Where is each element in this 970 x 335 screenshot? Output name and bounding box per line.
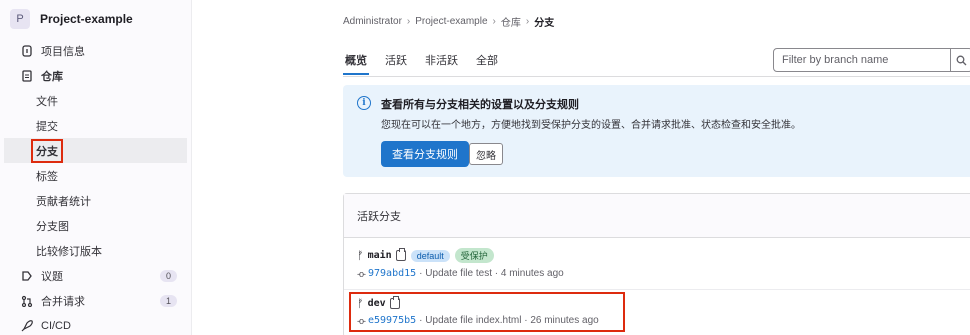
sidebar-item-commits[interactable]: 提交: [0, 113, 191, 138]
search-icon: [956, 55, 967, 65]
sidebar-item-label: 贡献者统计: [36, 195, 91, 208]
branch-name[interactable]: dev: [368, 298, 386, 309]
commit-sha-link[interactable]: 979abd15: [368, 268, 416, 279]
branch-rules-alert: i 查看所有与分支相关的设置以及分支规则 您现在可以在一个地方，方便地找到受保护…: [343, 85, 970, 177]
branch-row-main: ᚠ main default 受保护 -o- 979abd15 · Update…: [357, 248, 564, 279]
protected-badge: 受保护: [454, 248, 494, 263]
commit-sha-link[interactable]: e59975b5: [368, 315, 416, 326]
tab-active[interactable]: 活跃: [383, 48, 409, 75]
branch-row-dev: ᚠ dev -o- e59975b5 · Update file index.h…: [357, 296, 599, 326]
rocket-icon: [20, 319, 34, 333]
sidebar-item-label: 比较修订版本: [36, 245, 102, 258]
tab-stale[interactable]: 非活跃: [423, 48, 460, 75]
merge-requests-count-badge: 1: [159, 294, 177, 307]
branch-filter: [773, 48, 970, 72]
issues-count-badge: 0: [159, 269, 177, 282]
info-icon: i: [357, 96, 371, 110]
main-content: Administrator › Project-example › 仓库 › 分…: [193, 0, 970, 335]
branch-tabs: 概览 活跃 非活跃 全部: [343, 48, 514, 75]
sidebar-item-label: CI/CD: [41, 319, 71, 332]
breadcrumb-separator: ›: [525, 16, 530, 27]
breadcrumb-item-repository[interactable]: 仓库: [501, 14, 521, 29]
issues-icon: [20, 269, 34, 283]
sidebar-item-label: 分支: [31, 138, 63, 163]
sidebar-item-project-info[interactable]: 项目信息: [0, 38, 191, 63]
sidebar-item-label: 提交: [36, 120, 58, 133]
sidebar-item-files[interactable]: 文件: [0, 88, 191, 113]
branch-filter-input[interactable]: [774, 49, 950, 71]
sidebar-item-issues[interactable]: 议题 0: [0, 263, 191, 288]
sidebar: P Project-example 项目信息 仓库 文件 提交 分支 标签 贡献…: [0, 0, 192, 335]
commit-message: · Update file test · 4 minutes ago: [419, 268, 564, 279]
alert-body: 您现在可以在一个地方，方便地找到受保护分支的设置、合并请求批准、状态检查和安全批…: [381, 120, 801, 131]
branch-icon: ᚠ: [357, 297, 364, 310]
sidebar-item-label: 分支图: [36, 220, 69, 233]
breadcrumb-separator: ›: [492, 16, 496, 27]
sidebar-item-label: 议题: [41, 270, 63, 283]
sidebar-item-graph[interactable]: 分支图: [0, 213, 191, 238]
dismiss-button[interactable]: 忽略: [469, 143, 503, 165]
breadcrumb-separator: ›: [406, 16, 411, 27]
breadcrumb-item-user[interactable]: Administrator: [343, 16, 402, 27]
row-divider: [344, 289, 970, 290]
info-icon: [20, 44, 34, 58]
sidebar-item-label: 合并请求: [41, 295, 85, 308]
sidebar-item-compare[interactable]: 比较修订版本: [0, 238, 191, 263]
tab-all[interactable]: 全部: [474, 48, 500, 75]
view-branch-rules-button[interactable]: 查看分支规则: [381, 141, 469, 167]
sidebar-item-cicd[interactable]: CI/CD: [0, 313, 191, 335]
commit-icon: -o-: [357, 268, 366, 279]
sidebar-item-tags[interactable]: 标签: [0, 163, 191, 188]
sidebar-item-label: 仓库: [41, 70, 63, 83]
project-name: Project-example: [40, 12, 133, 26]
branch-name[interactable]: main: [368, 250, 392, 261]
copy-icon[interactable]: [389, 296, 400, 309]
sidebar-item-label: 文件: [36, 95, 58, 108]
sidebar-item-merge-requests[interactable]: 合并请求 1: [0, 288, 191, 313]
search-button[interactable]: [950, 49, 970, 71]
sidebar-item-branches[interactable]: 分支: [4, 138, 187, 163]
active-branches-header: 活跃分支: [344, 194, 970, 238]
repository-icon: [20, 69, 34, 83]
project-header[interactable]: P Project-example: [6, 4, 187, 34]
copy-icon[interactable]: [395, 248, 406, 261]
sidebar-item-label: 标签: [36, 170, 58, 183]
breadcrumb-item-project[interactable]: Project-example: [415, 16, 487, 27]
tabs-divider: [343, 76, 970, 77]
project-avatar: P: [10, 9, 30, 29]
commit-icon: -o-: [357, 315, 366, 326]
tab-overview[interactable]: 概览: [343, 48, 369, 75]
merge-request-icon: [20, 294, 34, 308]
sidebar-item-repository[interactable]: 仓库: [0, 63, 191, 88]
commit-message: · Update file index.html · 26 minutes ag…: [419, 315, 599, 326]
sidebar-item-contributors[interactable]: 贡献者统计: [0, 188, 191, 213]
sidebar-item-label: 项目信息: [41, 45, 85, 58]
active-branches-card: 活跃分支 ᚠ main default 受保护 -o- 979abd15 · U…: [343, 193, 970, 335]
breadcrumb: Administrator › Project-example › 仓库 › 分…: [343, 14, 554, 29]
breadcrumb-item-branches[interactable]: 分支: [534, 14, 554, 29]
alert-title: 查看所有与分支相关的设置以及分支规则: [381, 99, 579, 111]
default-badge: default: [410, 249, 450, 262]
branch-icon: ᚠ: [357, 249, 364, 262]
